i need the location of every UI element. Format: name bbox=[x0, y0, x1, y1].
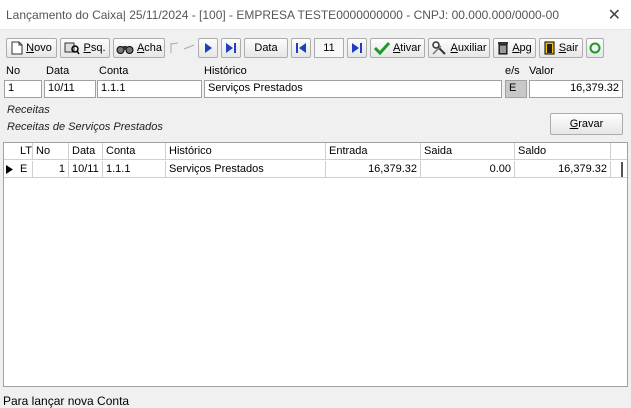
indicator-column-header bbox=[4, 143, 17, 160]
data-field[interactable]: 10/11 bbox=[44, 80, 96, 98]
cell-entrada: 16,379.32 bbox=[326, 161, 421, 178]
no-field[interactable]: 1 bbox=[4, 80, 42, 98]
column-header-saldo[interactable]: Saldo bbox=[515, 143, 611, 160]
novo-button[interactable]: Novo bbox=[6, 38, 57, 58]
valor-field[interactable]: 16,379.32 bbox=[529, 80, 623, 98]
title-bar: Lançamento do Caixa| 25/11/2024 - [100] … bbox=[0, 0, 631, 30]
last-record-icon bbox=[225, 43, 237, 53]
label-historico: Histórico bbox=[204, 65, 247, 77]
acha-button[interactable]: Acha bbox=[113, 38, 165, 58]
cell-no: 1 bbox=[33, 161, 69, 178]
es-field[interactable]: E bbox=[505, 80, 527, 98]
entries-grid[interactable]: LT No Data Conta Histórico Entrada Saida… bbox=[3, 142, 628, 387]
last-record-icon bbox=[351, 43, 363, 53]
cell-saida: 0.00 bbox=[421, 161, 515, 178]
play-next-icon bbox=[203, 43, 213, 53]
toolbar: Novo Psq. Acha Data 11 A tivar A uxiliar… bbox=[6, 37, 604, 59]
binoculars-icon bbox=[116, 42, 134, 55]
record-number-field[interactable]: 11 bbox=[314, 38, 344, 58]
checkmark-icon bbox=[373, 41, 391, 56]
data-button[interactable]: Data bbox=[244, 38, 288, 58]
search-database-icon bbox=[64, 41, 81, 55]
text-cursor bbox=[621, 162, 623, 177]
cell-lt: E bbox=[17, 161, 33, 178]
label-no: No bbox=[6, 65, 21, 77]
grid-header: LT No Data Conta Histórico Entrada Saida… bbox=[4, 143, 627, 160]
table-row[interactable]: E 1 10/11 1.1.1 Serviços Prestados 16,37… bbox=[4, 161, 627, 178]
column-header-lt[interactable]: LT bbox=[17, 143, 33, 160]
column-header-no[interactable]: No bbox=[33, 143, 69, 160]
row-indicator-icon bbox=[4, 161, 17, 178]
status-bar-text: Para lançar nova Conta bbox=[3, 394, 130, 408]
auxiliar-button[interactable]: Auxiliar bbox=[428, 38, 490, 58]
apagar-button[interactable]: Apg bbox=[493, 38, 536, 58]
prior-disabled-icon bbox=[183, 38, 195, 58]
label-valor: Valor bbox=[529, 65, 554, 77]
cell-data: 10/11 bbox=[69, 161, 103, 178]
pesquisar-button[interactable]: Psq. bbox=[60, 38, 110, 58]
cell-historico: Serviços Prestados bbox=[166, 161, 326, 178]
label-conta: Conta bbox=[99, 65, 129, 77]
column-header-historico[interactable]: Histórico bbox=[166, 143, 326, 160]
tools-icon bbox=[431, 41, 447, 55]
form-labels: No Data Conta Histórico e/s Valor bbox=[0, 65, 631, 78]
column-header-entrada[interactable]: Entrada bbox=[326, 143, 421, 160]
ativar-button[interactable]: Ativar bbox=[370, 38, 425, 58]
label-data: Data bbox=[46, 65, 70, 77]
gravar-button[interactable]: Gravar bbox=[550, 113, 623, 135]
cell-saldo: 16,379.32 bbox=[515, 161, 611, 178]
account-name-label: Receitas de Serviços Prestados bbox=[7, 121, 163, 133]
last-record-button[interactable] bbox=[221, 38, 241, 58]
historico-field[interactable]: Serviços Prestados bbox=[204, 80, 502, 98]
label-es: e/s bbox=[505, 65, 520, 77]
exit-door-icon bbox=[544, 41, 556, 55]
last-record-button-2[interactable] bbox=[347, 38, 367, 58]
column-header-data[interactable]: Data bbox=[69, 143, 103, 160]
account-group-label: Receitas bbox=[7, 104, 50, 116]
sair-button[interactable]: Sair bbox=[539, 38, 583, 58]
window-title: Lançamento do Caixa| 25/11/2024 - [100] … bbox=[6, 7, 560, 22]
first-record-icon bbox=[295, 43, 307, 53]
new-document-icon bbox=[11, 41, 23, 55]
refresh-icon bbox=[589, 42, 601, 54]
column-header-saida[interactable]: Saida bbox=[421, 143, 515, 160]
conta-field[interactable]: 1.1.1 bbox=[97, 80, 202, 98]
first-disabled-icon bbox=[168, 38, 180, 58]
cell-conta: 1.1.1 bbox=[103, 161, 166, 178]
column-header-conta[interactable]: Conta bbox=[103, 143, 166, 160]
refresh-button[interactable] bbox=[586, 38, 604, 58]
trash-icon bbox=[497, 41, 509, 55]
first-record-button[interactable] bbox=[291, 38, 311, 58]
close-icon[interactable]: ✕ bbox=[608, 5, 621, 25]
next-record-button[interactable] bbox=[198, 38, 218, 58]
